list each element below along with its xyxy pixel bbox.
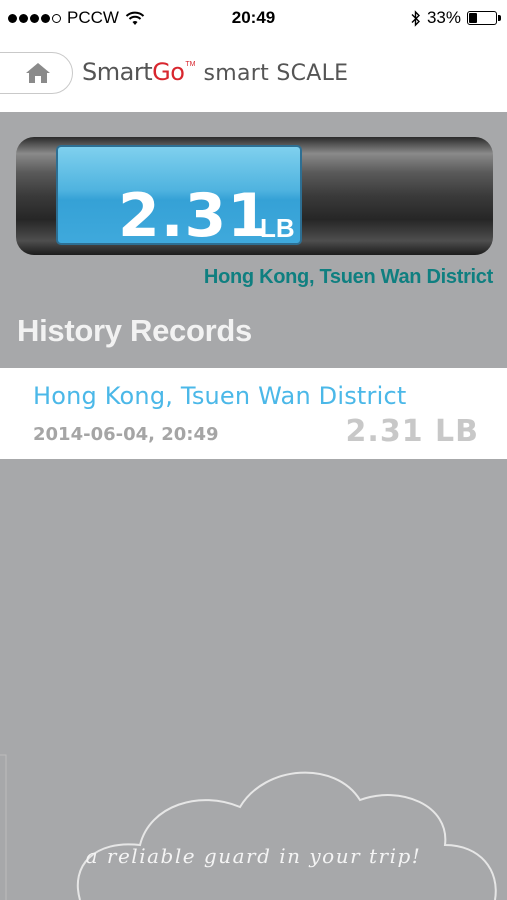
- current-location: Hong Kong, Tsuen Wan District: [203, 266, 493, 288]
- battery-fill: [469, 13, 477, 23]
- home-button[interactable]: [0, 52, 73, 94]
- bluetooth-icon: [411, 9, 420, 27]
- brand-go: Go: [152, 58, 185, 86]
- weight-unit: LB: [260, 213, 295, 243]
- cloud-decoration: [0, 754, 497, 900]
- tagline: a reliable guard in your trip!: [85, 844, 422, 868]
- brand-subtitle: smart SCALE: [203, 61, 349, 86]
- brand-smart: Smart: [82, 58, 153, 86]
- record-datetime: 2014-06-04, 20:49: [33, 424, 219, 445]
- scale-gauge: 2.31 LB: [16, 137, 493, 255]
- brand-logo: Smart Go TM smart SCALE: [82, 58, 348, 86]
- battery-icon: [467, 11, 501, 25]
- record-weight: 2.31 LB: [345, 414, 479, 449]
- brand-trademark: TM: [185, 61, 196, 68]
- history-record-row[interactable]: Hong Kong, Tsuen Wan District 2014-06-04…: [0, 368, 507, 459]
- app-header: Smart Go TM smart SCALE: [0, 36, 507, 112]
- battery-percent: 33%: [426, 8, 461, 27]
- history-title: History Records: [17, 313, 252, 348]
- record-location: Hong Kong, Tsuen Wan District: [33, 382, 407, 410]
- home-icon: [25, 63, 50, 83]
- weight-display: 2.31 LB: [56, 145, 302, 251]
- weight-value: 2.31: [118, 181, 271, 251]
- status-bar: PCCW 20:49 33%: [0, 0, 507, 36]
- status-right: 33%: [411, 8, 501, 28]
